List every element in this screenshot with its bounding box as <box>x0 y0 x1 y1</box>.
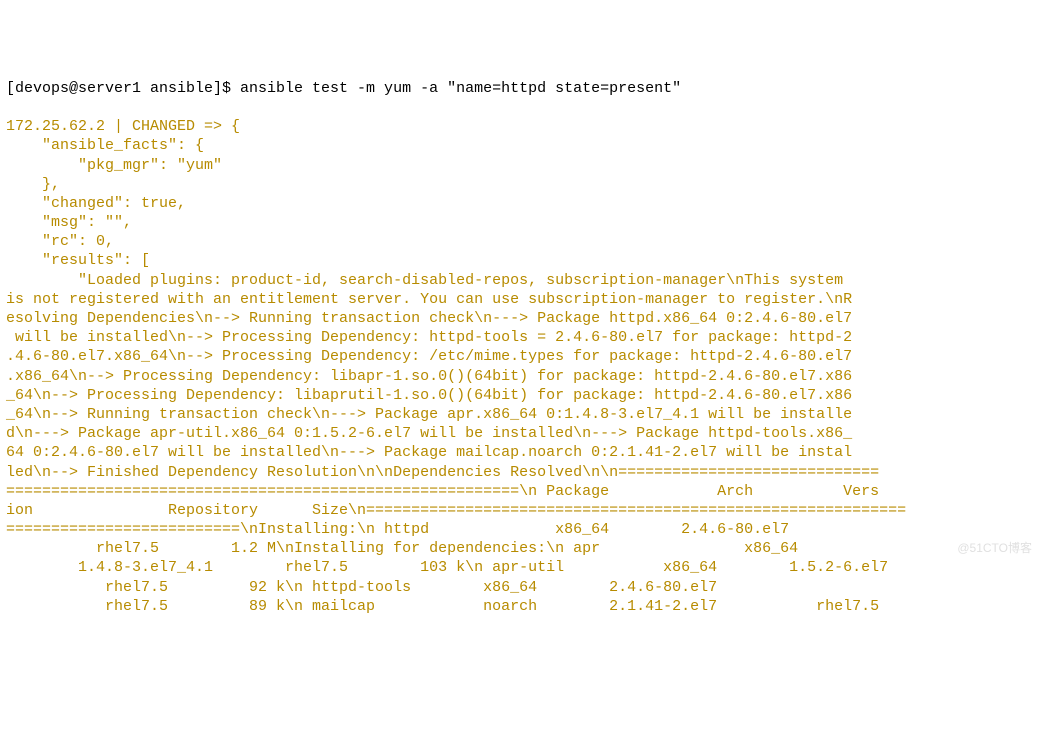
out-13: .x86_64\n--> Processing Dependency: liba… <box>6 368 852 385</box>
terminal-output: 172.25.62.2 | CHANGED => { "ansible_fact… <box>6 117 1036 616</box>
out-1: "ansible_facts": { <box>6 137 204 154</box>
out-25: rhel7.5 89 k\n mailcap noarch 2.1.41-2.e… <box>6 598 879 615</box>
out-17: 64 0:2.4.6-80.el7 will be installed\n---… <box>6 444 852 461</box>
out-3: }, <box>6 176 60 193</box>
out-2: "pkg_mgr": "yum" <box>6 157 222 174</box>
out-8: "Loaded plugins: product-id, search-disa… <box>6 272 843 289</box>
out-20: ion Repository Size\n===================… <box>6 502 906 519</box>
out-24: rhel7.5 92 k\n httpd-tools x86_64 2.4.6-… <box>6 579 717 596</box>
out-11: will be installed\n--> Processing Depend… <box>6 329 852 346</box>
out-12: .4.6-80.el7.x86_64\n--> Processing Depen… <box>6 348 852 365</box>
watermark-text: @51CTO博客 <box>957 541 1032 556</box>
out-22: rhel7.5 1.2 M\nInstalling for dependenci… <box>6 540 798 557</box>
out-21: ==========================\nInstalling:\… <box>6 521 789 538</box>
out-16: d\n---> Package apr-util.x86_64 0:1.5.2-… <box>6 425 852 442</box>
out-14: _64\n--> Processing Dependency: libaprut… <box>6 387 852 404</box>
prompt-text: [devops@server1 ansible]$ ansible test -… <box>6 80 681 97</box>
out-15: _64\n--> Running transaction check\n--->… <box>6 406 852 423</box>
out-6: "rc": 0, <box>6 233 114 250</box>
out-9: is not registered with an entitlement se… <box>6 291 852 308</box>
out-4: "changed": true, <box>6 195 186 212</box>
out-7: "results": [ <box>6 252 150 269</box>
out-10: esolving Dependencies\n--> Running trans… <box>6 310 852 327</box>
terminal-prompt-line: [devops@server1 ansible]$ ansible test -… <box>6 79 1036 98</box>
out-0: 172.25.62.2 | CHANGED => { <box>6 118 240 135</box>
out-19: ========================================… <box>6 483 879 500</box>
out-18: led\n--> Finished Dependency Resolution\… <box>6 464 879 481</box>
out-5: "msg": "", <box>6 214 132 231</box>
